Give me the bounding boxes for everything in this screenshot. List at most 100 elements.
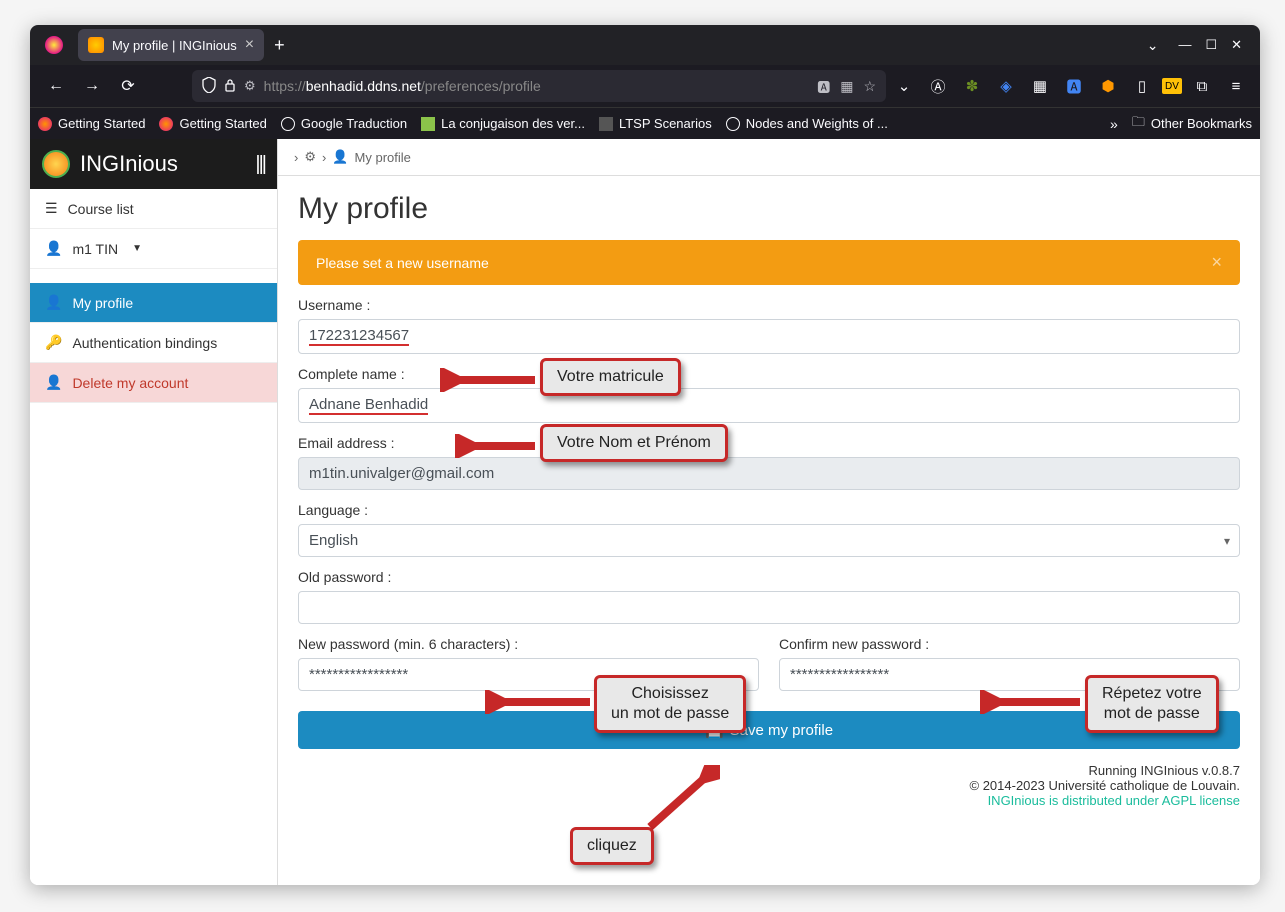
brand-name: INGInious bbox=[80, 151, 245, 177]
bookmark-star-icon[interactable]: ☆ bbox=[863, 78, 876, 95]
ext7-icon[interactable]: DV bbox=[1162, 78, 1182, 94]
ext6-icon[interactable]: ▯ bbox=[1128, 72, 1156, 100]
annotation-choose-pw: Choisissez un mot de passe bbox=[594, 675, 746, 733]
user-icon: 👤 bbox=[45, 294, 62, 311]
footer: Running INGInious v.0.8.7 © 2014-2023 Un… bbox=[298, 763, 1240, 808]
annotation-click: cliquez bbox=[570, 827, 654, 865]
menu-icon[interactable]: ≡ bbox=[1222, 72, 1250, 100]
folder-icon: 🗀 bbox=[1132, 113, 1145, 135]
alert-warning: Please set a new username × bbox=[298, 240, 1240, 285]
brand-logo bbox=[42, 150, 70, 178]
chevron-right-icon: › bbox=[294, 150, 298, 165]
bookmark-item[interactable]: Getting Started bbox=[159, 116, 266, 131]
gears-icon: ⚙ bbox=[304, 149, 316, 165]
bookmark-item[interactable]: Getting Started bbox=[38, 116, 145, 131]
user-icon: 👤 bbox=[45, 240, 62, 257]
bookmark-item[interactable]: Google Traduction bbox=[281, 116, 407, 131]
list-icon: ☰ bbox=[45, 200, 58, 217]
bookmark-item[interactable]: La conjugaison des ver... bbox=[421, 116, 585, 131]
url-bar: ← → ⟳ ⚙ https://benhadid.ddns.net/prefer… bbox=[30, 65, 1260, 107]
back-button[interactable]: ← bbox=[40, 70, 72, 102]
pocket-icon[interactable]: ⌄ bbox=[890, 72, 918, 100]
browser-tab[interactable]: My profile | INGInious × bbox=[78, 29, 264, 61]
sidebar-item-delete-account[interactable]: 👤 Delete my account bbox=[30, 363, 277, 403]
lock-icon bbox=[224, 78, 236, 95]
ext5-icon[interactable]: ⬢ bbox=[1094, 72, 1122, 100]
reload-button[interactable]: ⟳ bbox=[112, 70, 144, 102]
complete-name-input[interactable]: Adnane Benhadid bbox=[298, 388, 1240, 423]
window-close-button[interactable]: ✕ bbox=[1231, 37, 1242, 53]
alert-text: Please set a new username bbox=[316, 255, 489, 271]
sidebar-label: m1 TIN bbox=[72, 241, 118, 257]
bookmarks-overflow-icon[interactable]: » bbox=[1110, 116, 1118, 132]
footer-copyright: © 2014-2023 Université catholique de Lou… bbox=[298, 778, 1240, 793]
sidebar-item-auth-bindings[interactable]: 🔑 Authentication bindings bbox=[30, 323, 277, 363]
url-text: https://benhadid.ddns.net/preferences/pr… bbox=[264, 78, 541, 94]
email-label: Email address : bbox=[298, 435, 1240, 451]
tab-dropdown-icon[interactable]: ⌄ bbox=[1147, 37, 1159, 54]
language-label: Language : bbox=[298, 502, 1240, 518]
firefox-icon bbox=[38, 29, 70, 61]
tab-title: My profile | INGInious bbox=[112, 38, 237, 53]
arrow-icon bbox=[980, 690, 1085, 714]
bookmark-item[interactable]: Nodes and Weights of ... bbox=[726, 116, 888, 131]
ext3-icon[interactable]: ▦ bbox=[1026, 72, 1054, 100]
permissions-icon: ⚙ bbox=[244, 78, 256, 94]
ext2-icon[interactable]: ◈ bbox=[992, 72, 1020, 100]
forward-button[interactable]: → bbox=[76, 70, 108, 102]
account-icon[interactable]: Ⓐ bbox=[924, 72, 952, 100]
translate-icon[interactable]: 🅰 bbox=[817, 77, 830, 96]
brand-bar: INGInious ||| bbox=[30, 139, 277, 189]
username-input[interactable]: 172231234567 bbox=[298, 319, 1240, 354]
window-maximize-button[interactable]: ☐ bbox=[1205, 37, 1217, 53]
footer-license-link[interactable]: INGInious is distributed under AGPL lice… bbox=[298, 793, 1240, 808]
main-content: › ⚙ › 👤 My profile My profile Please set… bbox=[278, 139, 1260, 885]
sidebar-label: Delete my account bbox=[72, 375, 188, 391]
bookmarks-bar: Getting Started Getting Started Google T… bbox=[30, 107, 1260, 139]
bookmark-label: Google Traduction bbox=[301, 116, 407, 131]
ext1-icon[interactable]: ✽ bbox=[958, 72, 986, 100]
sidebar-label: Course list bbox=[68, 201, 134, 217]
email-input: m1tin.univalger@gmail.com bbox=[298, 457, 1240, 490]
shield-icon bbox=[202, 77, 216, 96]
bookmark-label: Nodes and Weights of ... bbox=[746, 116, 888, 131]
window-minimize-button[interactable]: — bbox=[1178, 37, 1191, 53]
confirm-password-label: Confirm new password : bbox=[779, 636, 1240, 652]
annotation-repeat-pw: Répetez votre mot de passe bbox=[1085, 675, 1219, 733]
sidebar-item-my-profile[interactable]: 👤 My profile bbox=[30, 283, 277, 323]
ext4-icon[interactable]: 🅰 bbox=[1060, 72, 1088, 100]
sidebar: INGInious ||| ☰ Course list 👤 m1 TIN ▼ 👤… bbox=[30, 139, 278, 885]
bookmark-item[interactable]: LTSP Scenarios bbox=[599, 116, 712, 131]
arrow-icon bbox=[640, 765, 720, 835]
page-title: My profile bbox=[298, 192, 1240, 226]
sidebar-item-course-list[interactable]: ☰ Course list bbox=[30, 189, 277, 229]
sidebar-label: Authentication bindings bbox=[72, 335, 217, 351]
extensions-icon[interactable]: ⧉ bbox=[1188, 72, 1216, 100]
key-icon: 🔑 bbox=[45, 334, 62, 351]
bookmark-label: LTSP Scenarios bbox=[619, 116, 712, 131]
arrow-icon bbox=[440, 368, 540, 392]
url-input[interactable]: ⚙ https://benhadid.ddns.net/preferences/… bbox=[192, 70, 886, 102]
new-password-label: New password (min. 6 characters) : bbox=[298, 636, 759, 652]
tab-favicon bbox=[88, 37, 104, 53]
arrow-icon bbox=[455, 434, 540, 458]
chevron-right-icon: › bbox=[322, 150, 326, 165]
sidebar-label: My profile bbox=[72, 295, 133, 311]
language-select[interactable]: English bbox=[298, 524, 1240, 557]
old-password-label: Old password : bbox=[298, 569, 1240, 585]
sidebar-toggle-icon[interactable]: ||| bbox=[255, 153, 265, 176]
bookmark-label: Getting Started bbox=[179, 116, 266, 131]
tab-close-icon[interactable]: × bbox=[245, 36, 254, 54]
window-titlebar: My profile | INGInious × + ⌄ — ☐ ✕ bbox=[30, 25, 1260, 65]
sidebar-item-user[interactable]: 👤 m1 TIN ▼ bbox=[30, 229, 277, 269]
other-bookmarks-button[interactable]: 🗀 Other Bookmarks bbox=[1132, 113, 1252, 135]
arrow-icon bbox=[485, 690, 595, 714]
new-tab-button[interactable]: + bbox=[264, 35, 295, 56]
other-bookmarks-label: Other Bookmarks bbox=[1151, 116, 1252, 131]
reader-icon[interactable]: ▦ bbox=[840, 78, 853, 95]
old-password-input[interactable] bbox=[298, 591, 1240, 624]
alert-close-icon[interactable]: × bbox=[1211, 252, 1222, 273]
caret-down-icon: ▼ bbox=[132, 243, 142, 254]
annotation-nom: Votre Nom et Prénom bbox=[540, 424, 728, 462]
user-icon: 👤 bbox=[332, 149, 348, 165]
